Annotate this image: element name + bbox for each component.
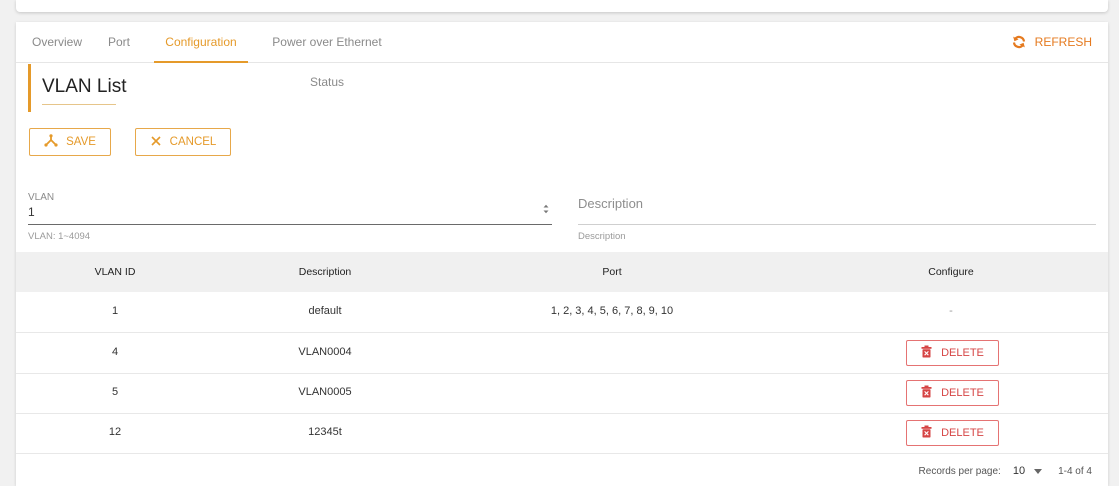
table-row: 5 VLAN0005 DELETE bbox=[16, 373, 1108, 414]
cell-vlan-id: 1 bbox=[111, 305, 119, 317]
vlan-stepper[interactable] bbox=[541, 201, 551, 217]
cell-configure: - bbox=[949, 305, 953, 317]
pagination: Records per page: 10 1-4 of 4 bbox=[919, 461, 1092, 481]
table-row: 4 VLAN0004 DELETE bbox=[16, 333, 1108, 374]
delete-button[interactable]: DELETE bbox=[906, 380, 999, 406]
title-accent-bar bbox=[28, 64, 31, 112]
tab-overview[interactable]: Overview bbox=[28, 22, 86, 62]
cell-description: default bbox=[308, 305, 342, 317]
delete-label: DELETE bbox=[941, 347, 984, 359]
page-range: 1-4 of 4 bbox=[1058, 465, 1092, 477]
tab-port[interactable]: Port bbox=[100, 22, 138, 62]
vlan-input-underline bbox=[28, 224, 552, 225]
table-row: 1 default 1, 2, 3, 4, 5, 6, 7, 8, 9, 10 … bbox=[16, 292, 1108, 333]
table-header: VLAN ID Description Port Configure bbox=[16, 252, 1108, 292]
vlan-input[interactable] bbox=[28, 204, 548, 220]
cell-port: 1, 2, 3, 4, 5, 6, 7, 8, 9, 10 bbox=[550, 305, 674, 317]
cell-vlan-id: 12 bbox=[108, 426, 122, 438]
records-per-page-select[interactable]: 10 bbox=[1012, 465, 1043, 477]
close-icon bbox=[150, 135, 162, 150]
delete-button[interactable]: DELETE bbox=[906, 420, 999, 446]
vlan-field-label: VLAN bbox=[28, 192, 55, 203]
records-per-page-value: 10 bbox=[1012, 465, 1026, 477]
cell-vlan-id: 4 bbox=[111, 346, 119, 358]
description-hint: Description bbox=[578, 231, 626, 242]
description-input[interactable]: Description bbox=[578, 196, 643, 211]
active-tab-indicator bbox=[154, 61, 248, 63]
save-button[interactable]: SAVE bbox=[29, 128, 111, 156]
refresh-label: REFRESH bbox=[1034, 35, 1092, 49]
delete-button[interactable]: DELETE bbox=[906, 340, 999, 366]
cancel-label: CANCEL bbox=[169, 136, 217, 148]
top-card-edge bbox=[16, 0, 1108, 12]
header-description: Description bbox=[298, 266, 352, 278]
vlan-hint: VLAN: 1~4094 bbox=[28, 231, 91, 242]
cell-description: 12345t bbox=[308, 426, 342, 438]
header-vlan-id: VLAN ID bbox=[94, 266, 136, 278]
title-underline bbox=[42, 104, 116, 105]
description-input-underline bbox=[578, 224, 1096, 225]
refresh-icon bbox=[1011, 35, 1027, 49]
cancel-button[interactable]: CANCEL bbox=[135, 128, 231, 156]
refresh-button[interactable]: REFRESH bbox=[1011, 22, 1092, 62]
tab-configuration[interactable]: Configuration bbox=[154, 22, 248, 63]
header-configure: Configure bbox=[928, 266, 974, 278]
cell-vlan-id: 5 bbox=[111, 386, 119, 398]
delete-icon bbox=[921, 345, 932, 361]
page-title: VLAN List bbox=[42, 76, 127, 97]
table-row: 12 12345t DELETE bbox=[16, 413, 1108, 454]
save-label: SAVE bbox=[66, 136, 96, 148]
delete-icon bbox=[921, 425, 932, 441]
save-icon bbox=[44, 134, 58, 150]
cell-description: VLAN0004 bbox=[298, 346, 352, 358]
chevron-down-icon bbox=[1034, 465, 1043, 477]
cell-description: VLAN0005 bbox=[298, 386, 352, 398]
tab-bar: Overview Port Configuration Power over E… bbox=[16, 22, 1108, 89]
delete-label: DELETE bbox=[941, 427, 984, 439]
tab-poe-status[interactable]: Power over Ethernet Status bbox=[254, 22, 400, 89]
delete-label: DELETE bbox=[941, 387, 984, 399]
vlan-card: Overview Port Configuration Power over E… bbox=[16, 22, 1108, 486]
records-per-page-label: Records per page: bbox=[918, 465, 1001, 477]
delete-icon bbox=[921, 385, 932, 401]
header-port: Port bbox=[602, 266, 622, 278]
